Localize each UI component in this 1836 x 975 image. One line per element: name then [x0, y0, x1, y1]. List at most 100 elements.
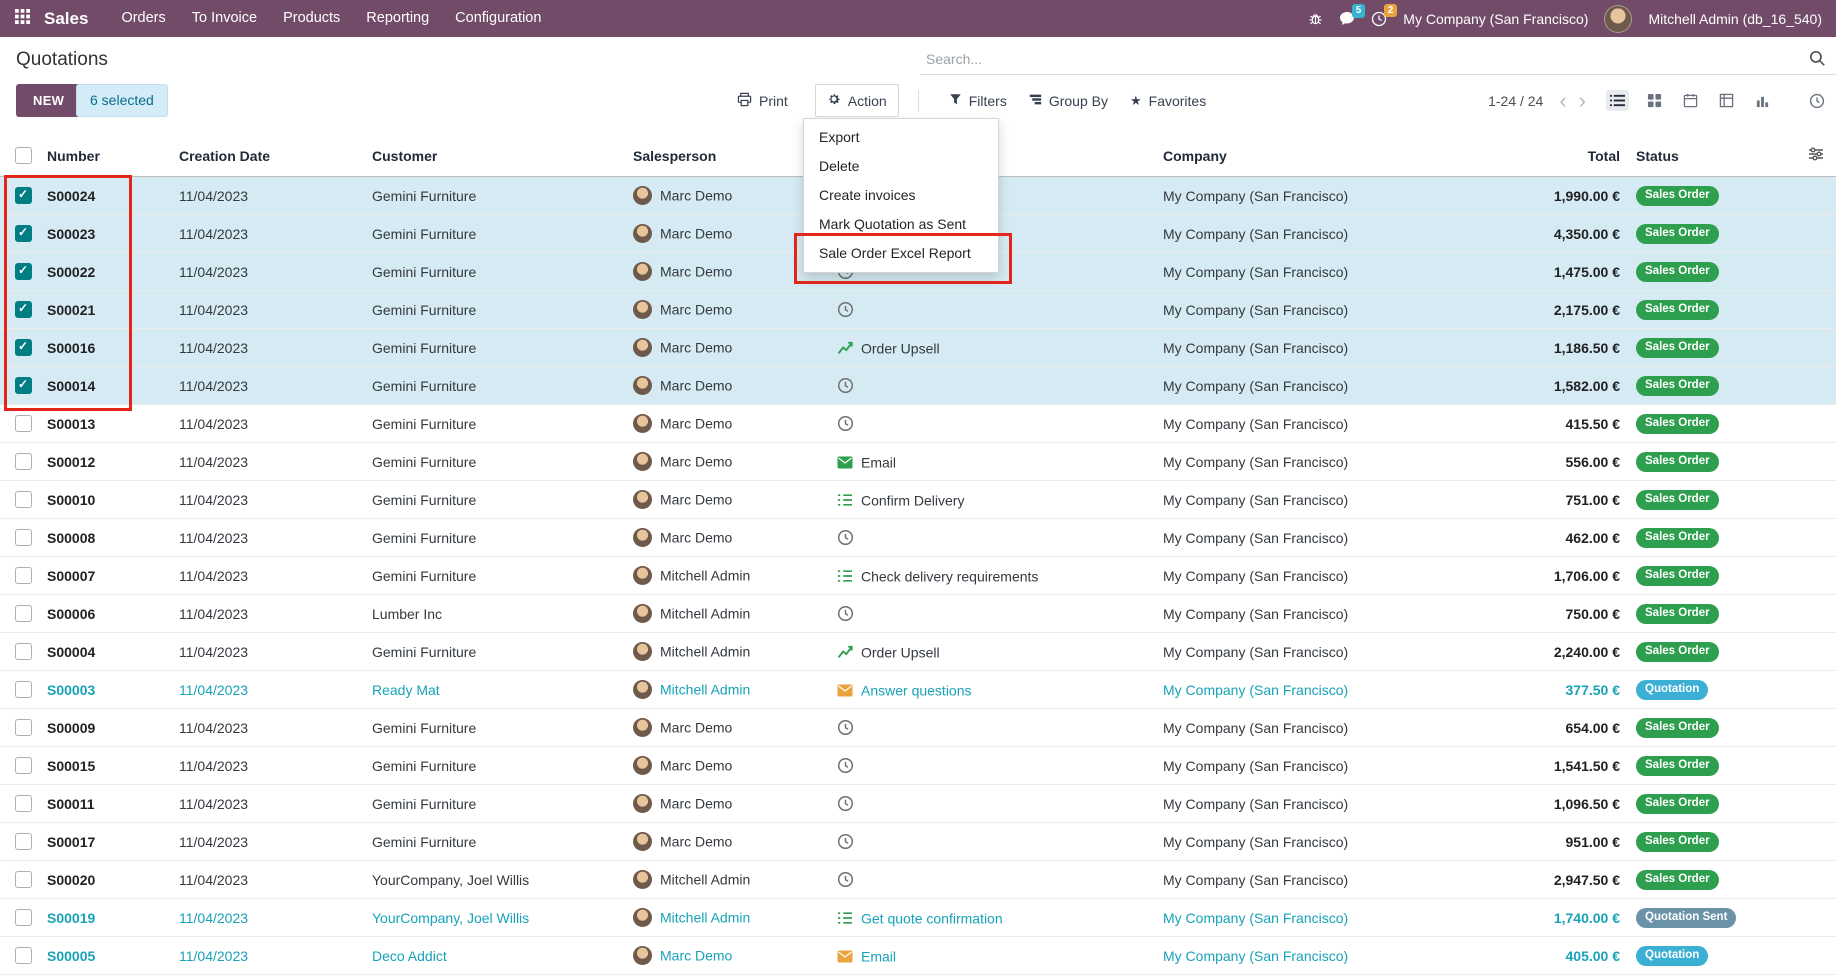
- activity-email_green-icon[interactable]: [837, 456, 855, 469]
- header-customer[interactable]: Customer: [369, 135, 630, 177]
- table-row[interactable]: S00009 11/04/2023 Gemini Furniture Marc …: [0, 709, 1836, 747]
- kanban-view-icon[interactable]: [1644, 90, 1665, 111]
- table-row[interactable]: S00007 11/04/2023 Gemini Furniture Mitch…: [0, 557, 1836, 595]
- search-icon[interactable]: [1809, 50, 1826, 67]
- activity-email_orange-icon[interactable]: [837, 684, 855, 697]
- action-menu-item-sale-order-excel-report[interactable]: Sale Order Excel Report: [804, 239, 998, 268]
- row-checkbox[interactable]: [15, 225, 32, 242]
- header-total[interactable]: Total: [1530, 135, 1624, 177]
- new-button[interactable]: NEW: [16, 84, 81, 117]
- row-checkbox[interactable]: [15, 567, 32, 584]
- header-number[interactable]: Number: [44, 135, 176, 177]
- activity-clock-icon[interactable]: [837, 301, 855, 318]
- list-view-icon[interactable]: [1606, 90, 1629, 111]
- row-checkbox[interactable]: [15, 947, 32, 964]
- group-by-button[interactable]: Group By: [1018, 84, 1119, 117]
- action-menu-item-mark-quotation-as-sent[interactable]: Mark Quotation as Sent: [804, 210, 998, 239]
- table-row[interactable]: S00006 11/04/2023 Lumber Inc Mitchell Ad…: [0, 595, 1836, 633]
- header-status[interactable]: Status: [1624, 135, 1776, 177]
- pager-next-icon[interactable]: ›: [1573, 90, 1592, 112]
- row-checkbox[interactable]: [15, 757, 32, 774]
- activity-clock-icon[interactable]: [837, 529, 855, 546]
- print-button[interactable]: Print: [726, 84, 799, 117]
- pivot-view-icon[interactable]: [1716, 90, 1737, 111]
- table-row[interactable]: S00020 11/04/2023 YourCompany, Joel Will…: [0, 861, 1836, 899]
- activity-clock-icon[interactable]: [837, 415, 855, 432]
- table-row[interactable]: S00008 11/04/2023 Gemini Furniture Marc …: [0, 519, 1836, 557]
- menu-orders[interactable]: Orders: [108, 0, 178, 37]
- table-row[interactable]: S00012 11/04/2023 Gemini Furniture Marc …: [0, 443, 1836, 481]
- user-avatar[interactable]: [1604, 5, 1632, 33]
- activity-list-icon[interactable]: [837, 911, 855, 925]
- table-row[interactable]: S00013 11/04/2023 Gemini Furniture Marc …: [0, 405, 1836, 443]
- table-row[interactable]: S00011 11/04/2023 Gemini Furniture Marc …: [0, 785, 1836, 823]
- favorites-button[interactable]: ★ Favorites: [1119, 84, 1217, 117]
- activity-clock-icon[interactable]: [837, 719, 855, 736]
- calendar-view-icon[interactable]: [1680, 90, 1701, 111]
- row-checkbox[interactable]: [15, 491, 32, 508]
- table-row[interactable]: S00016 11/04/2023 Gemini Furniture Marc …: [0, 329, 1836, 367]
- table-row[interactable]: S00021 11/04/2023 Gemini Furniture Marc …: [0, 291, 1836, 329]
- activity-clock-icon[interactable]: [837, 795, 855, 812]
- menu-configuration[interactable]: Configuration: [442, 0, 554, 37]
- bug-icon[interactable]: [1308, 11, 1323, 26]
- row-checkbox[interactable]: [15, 833, 32, 850]
- action-menu-item-delete[interactable]: Delete: [804, 152, 998, 181]
- table-row[interactable]: S00019 11/04/2023 YourCompany, Joel Will…: [0, 899, 1836, 937]
- app-name[interactable]: Sales: [44, 9, 88, 29]
- row-checkbox[interactable]: [15, 377, 32, 394]
- user-menu[interactable]: Mitchell Admin (db_16_540): [1648, 11, 1822, 27]
- table-row[interactable]: S00014 11/04/2023 Gemini Furniture Marc …: [0, 367, 1836, 405]
- action-button[interactable]: Action: [815, 84, 899, 117]
- menu-to-invoice[interactable]: To Invoice: [179, 0, 270, 37]
- row-checkbox[interactable]: [15, 263, 32, 280]
- filters-button[interactable]: Filters: [938, 84, 1018, 117]
- search-input[interactable]: [920, 51, 1809, 67]
- messages-icon[interactable]: 5: [1339, 11, 1355, 26]
- row-checkbox[interactable]: [15, 301, 32, 318]
- header-company[interactable]: Company: [1160, 135, 1530, 177]
- pager-previous-icon[interactable]: ‹: [1553, 90, 1572, 112]
- row-checkbox[interactable]: [15, 605, 32, 622]
- activity-clock-icon[interactable]: [837, 833, 855, 850]
- activity-clock-icon[interactable]: [837, 871, 855, 888]
- activity-clock-icon[interactable]: [837, 605, 855, 622]
- activities-icon[interactable]: 2: [1371, 11, 1387, 27]
- activity-clock-icon[interactable]: [837, 377, 855, 394]
- select-all-checkbox[interactable]: [15, 147, 32, 164]
- row-checkbox[interactable]: [15, 529, 32, 546]
- row-checkbox[interactable]: [15, 719, 32, 736]
- table-row[interactable]: S00003 11/04/2023 Ready Mat Mitchell Adm…: [0, 671, 1836, 709]
- row-checkbox[interactable]: [15, 795, 32, 812]
- table-row[interactable]: S00010 11/04/2023 Gemini Furniture Marc …: [0, 481, 1836, 519]
- table-row[interactable]: S00017 11/04/2023 Gemini Furniture Marc …: [0, 823, 1836, 861]
- activity-list-icon[interactable]: [837, 569, 855, 583]
- activity-email_orange-icon[interactable]: [837, 950, 855, 963]
- action-menu-item-create-invoices[interactable]: Create invoices: [804, 181, 998, 210]
- row-checkbox[interactable]: [15, 871, 32, 888]
- activity-list-icon[interactable]: [837, 493, 855, 507]
- apps-menu-button[interactable]: [0, 9, 44, 29]
- menu-reporting[interactable]: Reporting: [353, 0, 442, 37]
- menu-products[interactable]: Products: [270, 0, 353, 37]
- action-menu-item-export[interactable]: Export: [804, 123, 998, 152]
- selected-count-badge[interactable]: 6 selected: [76, 84, 168, 117]
- table-row[interactable]: S00004 11/04/2023 Gemini Furniture Mitch…: [0, 633, 1836, 671]
- activity-clock-icon[interactable]: [837, 757, 855, 774]
- company-switcher[interactable]: My Company (San Francisco): [1403, 11, 1588, 27]
- row-checkbox[interactable]: [15, 339, 32, 356]
- table-row[interactable]: S00005 11/04/2023 Deco Addict Marc Demo …: [0, 937, 1836, 975]
- row-checkbox[interactable]: [15, 909, 32, 926]
- header-creation-date[interactable]: Creation Date: [176, 135, 369, 177]
- activity-chart-icon[interactable]: [837, 339, 855, 356]
- table-row[interactable]: S00015 11/04/2023 Gemini Furniture Marc …: [0, 747, 1836, 785]
- activity-chart-icon[interactable]: [837, 643, 855, 660]
- row-checkbox[interactable]: [15, 453, 32, 470]
- graph-view-icon[interactable]: [1752, 90, 1773, 111]
- row-checkbox[interactable]: [15, 643, 32, 660]
- row-checkbox[interactable]: [15, 187, 32, 204]
- row-checkbox[interactable]: [15, 681, 32, 698]
- optional-columns-icon[interactable]: [1808, 148, 1824, 164]
- activity-view-icon[interactable]: [1806, 90, 1828, 112]
- row-checkbox[interactable]: [15, 415, 32, 432]
